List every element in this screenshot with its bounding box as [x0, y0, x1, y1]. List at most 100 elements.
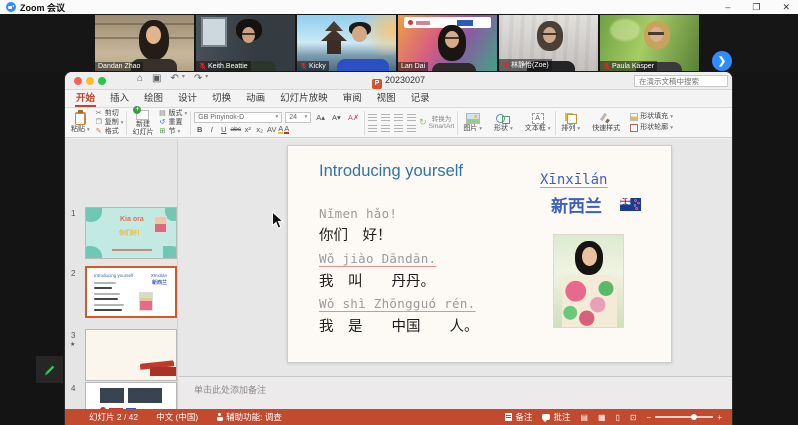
reading-view-button[interactable]: ▯ [616, 413, 620, 422]
strikethrough-button[interactable]: abc [230, 126, 241, 133]
new-slide-icon [136, 110, 149, 120]
subscript-button[interactable]: x₂ [254, 125, 265, 134]
language-button[interactable]: 中文 (中国) [156, 411, 198, 423]
line-spacing-button[interactable] [407, 114, 416, 121]
shape-outline-button[interactable]: 形状轮廓▾ [630, 124, 673, 132]
hanzi-line-1[interactable]: 你们 好！ [319, 224, 392, 245]
tab-design[interactable]: 设计 [177, 88, 198, 107]
normal-view-button[interactable]: ▤ [580, 413, 588, 422]
maximize-button[interactable]: ❐ [752, 0, 760, 14]
align-center-button[interactable] [381, 125, 390, 132]
video-tile-landai[interactable]: Lan Dai [398, 15, 497, 71]
teacher-photo[interactable] [553, 234, 624, 328]
tab-draw[interactable]: 绘图 [143, 88, 164, 107]
clear-formatting-button[interactable]: A✗ [346, 113, 361, 122]
insert-picture-button[interactable]: 图片 ▾ [461, 113, 484, 133]
highlight-color-button[interactable]: A [278, 125, 283, 134]
chevron-down-icon: ▾ [304, 114, 307, 120]
zoom-slider-track[interactable] [655, 416, 713, 418]
pinyin-line-2[interactable]: Wǒ jiào Dāndān. [319, 251, 436, 266]
align-left-button[interactable] [368, 125, 377, 132]
tab-transitions[interactable]: 切换 [211, 88, 232, 107]
country-pinyin-text[interactable]: Xīnxīlán [540, 172, 607, 188]
quick-styles-button[interactable]: 快速样式 [590, 113, 622, 132]
video-tile-dandan[interactable]: Dandan Zhao [95, 15, 194, 71]
accessibility-status[interactable]: 辅助功能: 调查 [216, 411, 282, 423]
shape-fill-button[interactable]: 形状填充▾ [630, 113, 673, 121]
italic-button[interactable]: I [206, 125, 217, 134]
new-slide-button[interactable]: 新建 幻灯片 [130, 110, 155, 136]
arrange-button[interactable]: 排列 ▾ [559, 113, 582, 133]
shrink-font-button[interactable]: A▾ [330, 113, 343, 122]
slide-thumbnail-3[interactable] [85, 329, 177, 381]
thumb1-subtitle: 你们好！ [119, 228, 143, 237]
slide-title-text[interactable]: Introducing yourself [319, 162, 463, 181]
next-participants-button[interactable]: ❯ [712, 51, 732, 71]
tab-review[interactable]: 审阅 [342, 88, 363, 107]
notes-toggle-button[interactable]: 备注 [505, 411, 532, 423]
comments-icon [542, 414, 550, 420]
search-input[interactable] [634, 75, 728, 87]
superscript-button[interactable]: x² [242, 125, 253, 134]
tab-slideshow[interactable]: 幻灯片放映 [279, 88, 329, 107]
font-color-button[interactable]: A [284, 125, 289, 134]
convert-smartart-button[interactable]: ↻ 转换为SmartArt [419, 116, 454, 130]
hanzi-line-3[interactable]: 我 是 中国 人。 [319, 315, 479, 336]
insert-textbox-button[interactable]: A 文本框 ▾ [523, 113, 553, 133]
columns-button[interactable] [407, 125, 416, 132]
zoom-slider[interactable]: − + [647, 413, 722, 422]
copy-button[interactable]: ❐复制▾ [95, 119, 124, 127]
shapes-icon [496, 113, 510, 124]
tab-record[interactable]: 记录 [410, 88, 431, 107]
insert-shapes-button[interactable]: 形状 ▾ [492, 113, 515, 133]
layout-button[interactable]: ▤版式▾ [158, 110, 187, 118]
paste-button[interactable]: 粘贴 ▾ [69, 112, 92, 134]
country-hanzi-text[interactable]: 新西兰 [551, 192, 602, 217]
video-tile-paula[interactable]: Paula Kasper [600, 15, 699, 71]
numbering-button[interactable] [381, 114, 390, 121]
minimize-button[interactable]: – [725, 0, 730, 14]
bullets-button[interactable] [368, 114, 377, 121]
section-button[interactable]: ⊞节▾ [158, 128, 187, 136]
align-right-button[interactable] [394, 125, 403, 132]
video-tile-kicky[interactable]: Kicky [297, 15, 396, 71]
thumb1-title: Kia ora [120, 216, 144, 223]
slide-canvas[interactable]: Introducing yourself Nǐmen hǎo! 你们 好！ Wǒ… [287, 145, 672, 363]
tab-home[interactable]: 开始 [75, 88, 96, 107]
slide-thumbnail-2[interactable]: Introducing yourself Xīnxīlán 新西兰 [85, 266, 177, 318]
comments-toggle-button[interactable]: 批注 [542, 411, 570, 423]
format-painter-button[interactable]: ✎格式 [95, 128, 124, 136]
reset-button[interactable]: ↺重置 [158, 119, 187, 127]
ribbon-tabs: 开始 插入 绘图 设计 切换 动画 幻灯片放映 审阅 视图 记录 [65, 90, 732, 108]
cut-button[interactable]: ✂剪切 [95, 110, 124, 118]
bold-button[interactable]: B [194, 125, 205, 134]
zoom-slider-knob[interactable] [691, 414, 697, 420]
slide-sorter-view-button[interactable]: ▦ [598, 413, 606, 422]
slide-thumbnail-1[interactable]: Kia ora 你们好！ [85, 207, 177, 259]
indent-decrease-button[interactable] [394, 114, 403, 121]
tab-insert[interactable]: 插入 [109, 88, 130, 107]
video-tile-zoe[interactable]: 林静怡(Zoe) [499, 15, 598, 71]
character-spacing-button[interactable]: AV [266, 125, 277, 134]
video-tile-keith[interactable]: Keith.Beattie [196, 15, 295, 71]
font-size-select[interactable]: 24▾ [285, 112, 311, 123]
annotate-button[interactable] [36, 356, 63, 383]
thumb2-country: Xīnxīlán [151, 273, 167, 278]
underline-button[interactable]: U [218, 125, 229, 134]
pinyin-line-3[interactable]: Wǒ shì Zhōngguó rén. [319, 296, 476, 311]
notes-pane[interactable]: 单击此处添加备注 [179, 376, 732, 409]
ppt-title-bar: ⌂ ▣ ↶ ▾ ↷ ▾ P20230207 [65, 72, 732, 90]
hanzi-line-2[interactable]: 我 叫 丹丹。 [319, 270, 435, 291]
font-name-select[interactable]: GB Pinyinok-D▾ [194, 112, 282, 123]
slide-thumbnail-4[interactable] [85, 382, 177, 409]
new-zealand-flag[interactable] [620, 198, 641, 211]
zoom-out-button[interactable]: − [647, 413, 652, 422]
tab-view[interactable]: 视图 [376, 88, 397, 107]
slideshow-button[interactable]: ⊡ [630, 413, 637, 422]
zoom-in-button[interactable]: + [717, 413, 722, 422]
thumbnail-number: 4 [71, 384, 75, 393]
tab-animations[interactable]: 动画 [245, 88, 266, 107]
grow-font-button[interactable]: A▴ [314, 113, 327, 122]
close-button[interactable]: ✕ [782, 0, 790, 14]
pinyin-line-1[interactable]: Nǐmen hǎo! [319, 206, 397, 221]
